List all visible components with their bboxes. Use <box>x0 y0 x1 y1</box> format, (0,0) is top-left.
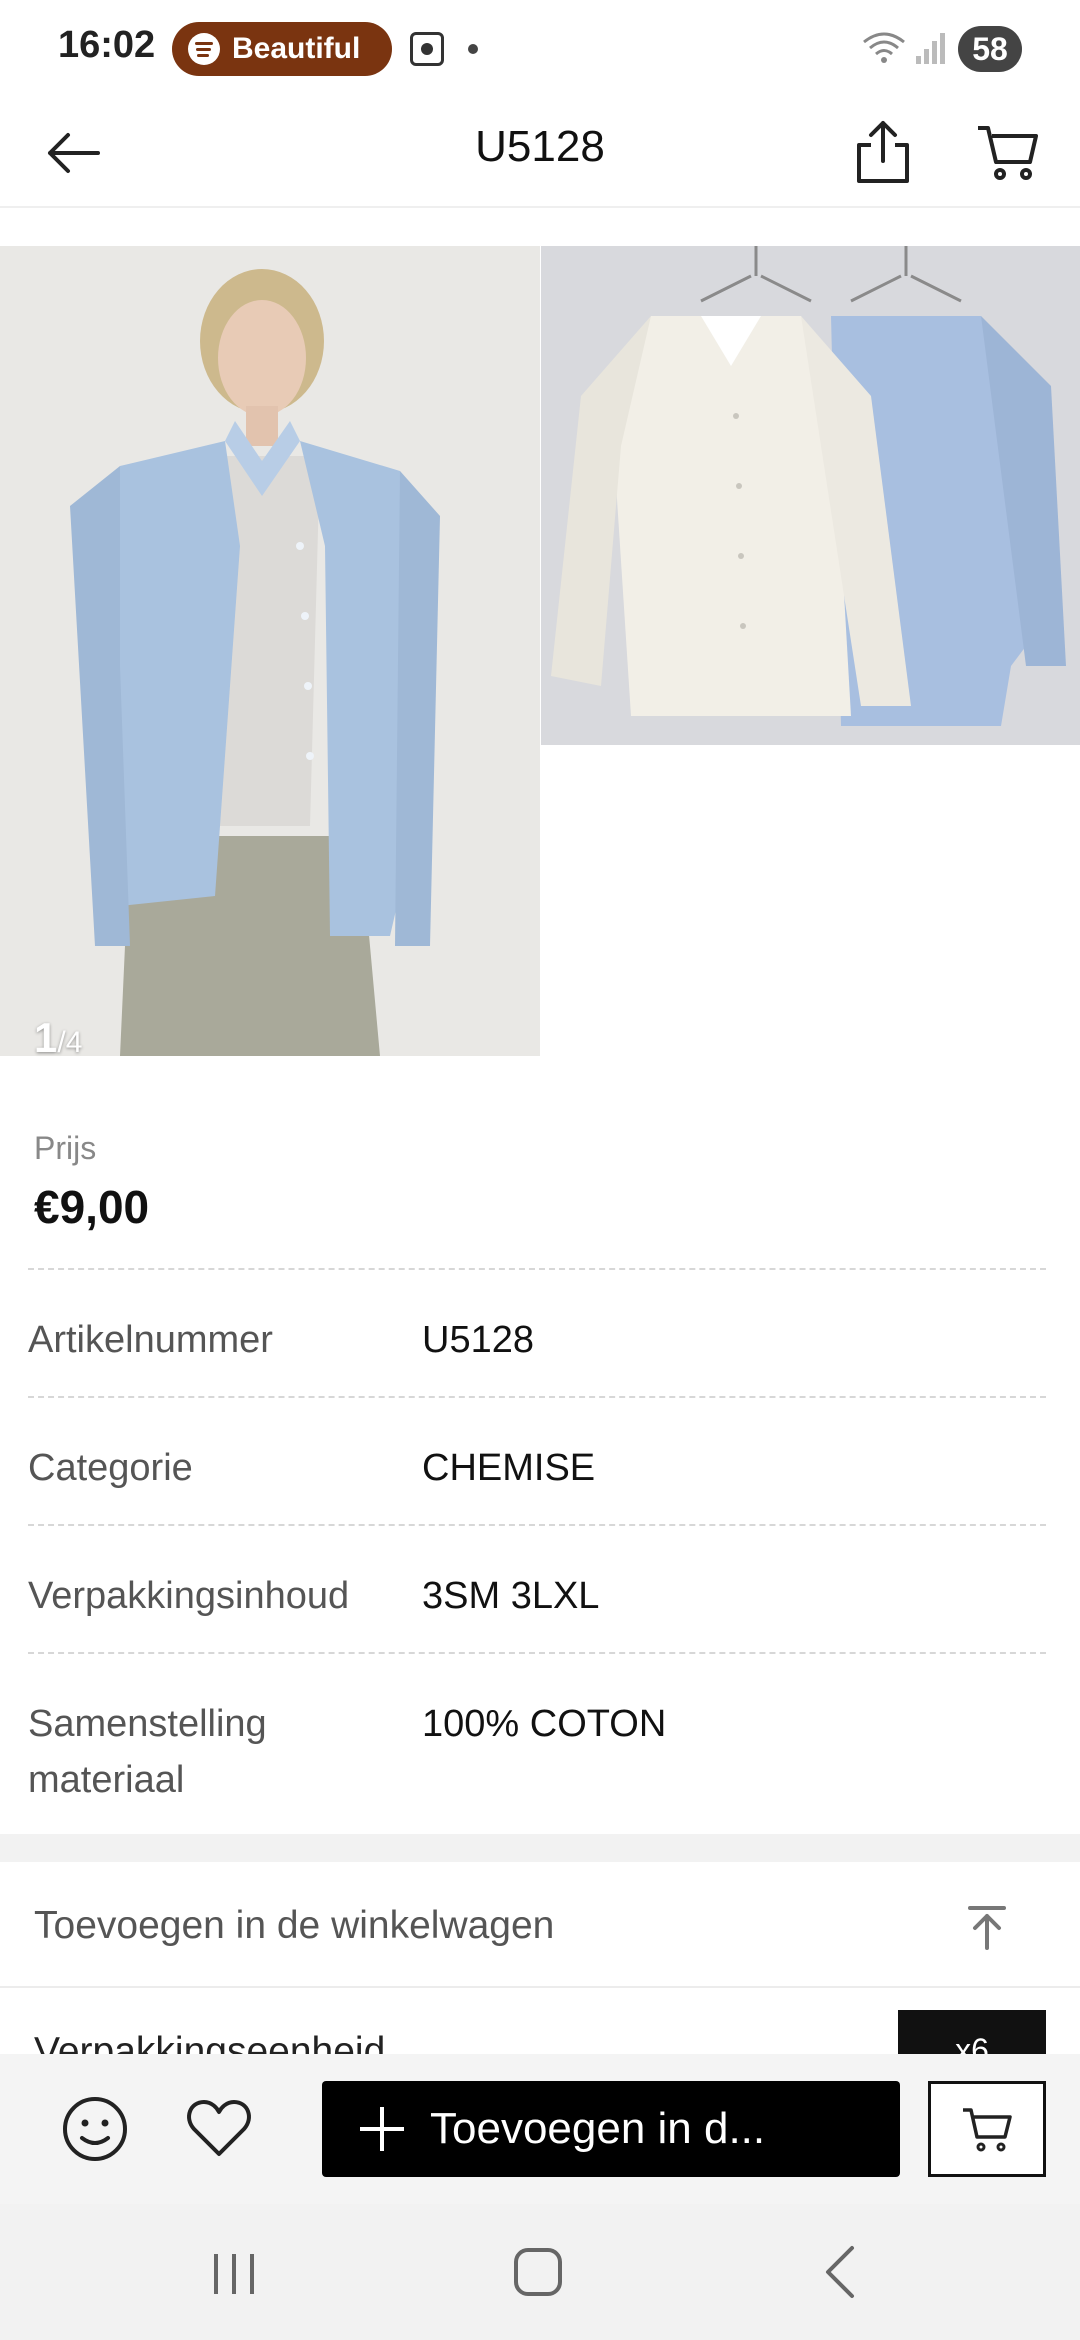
nav-back-icon[interactable] <box>820 2244 860 2300</box>
section-title: Toevoegen in de winkelwagen <box>34 1904 555 1947</box>
status-time: 16:02 <box>58 24 156 66</box>
notification-dot-icon <box>468 44 478 54</box>
app-header: U5128 <box>0 98 1080 208</box>
add-to-cart-label: Toevoegen in d... <box>430 2104 766 2153</box>
product-photo-flatlay[interactable] <box>541 246 1080 745</box>
gallery-counter-current: 1 <box>34 1014 58 1061</box>
price-label: Prijs <box>34 1130 97 1166</box>
scroll-to-top-icon[interactable] <box>964 1904 1010 1950</box>
status-bar: 16:02 Beautiful 58 <box>0 0 1080 98</box>
packing-unit-label: Verpakkingseenheid <box>34 2030 386 2054</box>
quick-cart-button[interactable] <box>928 2081 1046 2177</box>
screen-record-icon <box>410 32 444 66</box>
product-details: Artikelnummer U5128 Categorie CHEMISE Ve… <box>28 1268 1046 1822</box>
packing-unit-row: Verpakkingseenheid x6 <box>0 1990 1080 2054</box>
detail-value: CHEMISE <box>422 1447 596 1489</box>
wifi-icon <box>863 32 905 63</box>
recent-apps-icon[interactable] <box>214 2254 258 2294</box>
detail-row-packing-content: Verpakkingsinhoud 3SM 3LXL <box>28 1524 1046 1652</box>
gallery-counter-total: /4 <box>57 1026 83 1059</box>
detail-row-article-number: Artikelnummer U5128 <box>28 1268 1046 1396</box>
cart-button[interactable] <box>972 116 1044 188</box>
media-title: Beautiful <box>232 32 361 65</box>
chat-icon[interactable] <box>60 2094 130 2164</box>
packing-unit-badge[interactable]: x6 <box>898 2010 1046 2054</box>
detail-label: Samenstelling materiaal <box>28 1703 267 1801</box>
share-button[interactable] <box>850 112 916 192</box>
add-to-cart-button[interactable]: Toevoegen in d... <box>322 2081 900 2177</box>
spotify-icon <box>188 33 220 65</box>
signal-icon <box>916 33 945 64</box>
detail-row-material: Samenstelling materiaal 100% COTON <box>28 1652 1046 1822</box>
home-icon[interactable] <box>514 2248 562 2296</box>
cart-icon <box>978 126 1038 180</box>
bottom-action-bar: Toevoegen in d... <box>0 2054 1080 2204</box>
favorite-heart-icon[interactable] <box>186 2094 252 2164</box>
detail-value: U5128 <box>422 1319 534 1361</box>
add-to-cart-section-header: Toevoegen in de winkelwagen <box>0 1862 1080 1988</box>
product-photo-model[interactable] <box>0 246 540 1056</box>
detail-row-category: Categorie CHEMISE <box>28 1396 1046 1524</box>
system-nav-bar <box>0 2204 1080 2340</box>
gallery-counter: 1/4 <box>34 1014 82 1062</box>
battery-indicator: 58 <box>958 26 1022 72</box>
section-divider <box>0 1834 1080 1862</box>
page-title: U5128 <box>475 122 605 171</box>
cart-icon <box>963 2108 1012 2152</box>
detail-value: 3SM 3LXL <box>422 1575 600 1617</box>
detail-label: Artikelnummer <box>28 1319 273 1361</box>
detail-label: Verpakkingsinhoud <box>28 1575 350 1617</box>
share-icon <box>857 121 909 183</box>
detail-label: Categorie <box>28 1447 193 1489</box>
detail-value: 100% COTON <box>422 1703 667 1745</box>
product-gallery[interactable]: 1/4 <box>0 246 1080 1061</box>
media-playing-pill[interactable]: Beautiful <box>172 22 392 76</box>
price-value: €9,00 <box>34 1181 150 1233</box>
plus-icon <box>360 2107 404 2151</box>
